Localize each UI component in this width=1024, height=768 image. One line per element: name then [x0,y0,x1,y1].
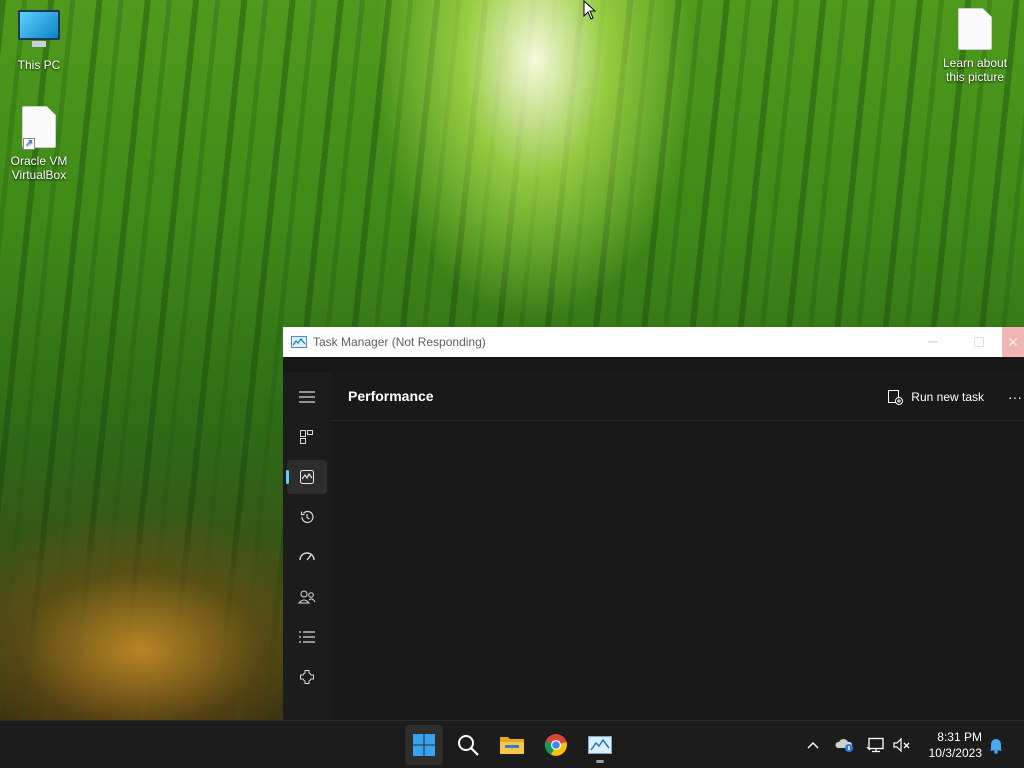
desktop-icon-label-line2: VirtualBox [11,168,67,182]
desktop-icon-learn-about-picture[interactable]: Learn about this picture [936,8,1014,84]
network-icon [866,737,884,753]
close-button[interactable] [1002,327,1024,357]
shortcut-file-icon: ↗ [17,106,61,150]
close-icon [1009,338,1017,346]
nav-processes[interactable] [287,420,327,454]
file-explorer-icon [500,737,524,754]
list-icon [299,631,315,643]
nav-app-history[interactable] [287,500,327,534]
page-header: Performance Run new task ··· [331,372,1024,421]
start-icon [413,734,435,756]
search-icon [458,735,479,756]
volume-tray-button[interactable] [892,735,912,755]
task-manager-taskbar-button[interactable] [581,725,619,765]
users-icon [298,590,316,604]
notifications-button[interactable] [986,735,1006,755]
navigation-pane [283,372,331,720]
minimize-icon [928,341,938,343]
desktop-icon-oracle-vm-virtualbox[interactable]: ↗ Oracle VM VirtualBox [0,106,78,182]
nav-performance[interactable] [286,460,327,494]
nav-details[interactable] [287,620,327,654]
chrome-button[interactable] [537,725,575,765]
start-button[interactable] [405,725,443,765]
processes-icon [300,430,313,444]
menu-strip [283,357,1024,372]
clock-time: 8:31 PM [937,730,982,744]
desktop-icon-this-pc[interactable]: This PC [0,10,78,72]
taskbar-clock[interactable]: 8:31 PM 10/3/2023 [929,729,982,761]
task-manager-app-icon [291,336,307,348]
mouse-cursor-icon [583,0,597,20]
services-icon [300,670,314,684]
nav-users[interactable] [287,580,327,614]
page-title: Performance [348,388,434,404]
run-new-task-button[interactable]: Run new task [887,384,984,410]
onedrive-icon [835,739,853,752]
desktop-icon-label: This PC [17,58,61,72]
run-new-task-icon [888,390,904,405]
hamburger-icon [299,391,315,403]
maximize-icon [974,337,984,347]
performance-page: Performance Run new task ··· [331,372,1024,720]
show-hidden-icons-button[interactable] [803,735,823,755]
nav-startup-apps[interactable] [287,540,327,574]
file-icon [953,8,997,52]
taskbar: 8:31 PM 10/3/2023 [0,720,1024,768]
desktop-icon-label-line2: this picture [945,70,1005,84]
task-manager-window[interactable]: Task Manager (Not Responding) Performanc… [283,327,1024,720]
nav-services[interactable] [287,660,327,694]
task-manager-icon [588,736,612,754]
notification-bell-icon [989,739,1003,754]
more-options-icon: ··· [1008,389,1022,405]
running-indicator [596,760,604,763]
nav-menu-button[interactable] [287,380,327,414]
run-new-task-label: Run new task [911,390,984,404]
file-explorer-button[interactable] [493,725,531,765]
chevron-up-icon [807,742,819,749]
minimize-button[interactable] [910,327,956,357]
performance-icon [300,470,314,484]
monitor-icon [17,10,61,54]
onedrive-tray-button[interactable] [835,735,855,755]
history-icon [300,510,314,524]
clock-date: 10/3/2023 [928,746,982,760]
startup-icon [299,552,315,561]
search-button[interactable] [449,725,487,765]
volume-muted-icon [893,737,910,753]
desktop-icon-label-line1: Oracle VM [10,154,68,168]
chrome-icon [544,734,567,756]
network-tray-button[interactable] [866,735,886,755]
window-titlebar[interactable]: Task Manager (Not Responding) [283,327,1024,357]
desktop-icon-label-line1: Learn about [942,56,1008,70]
maximize-button[interactable] [956,327,1002,357]
more-options-button[interactable]: ··· [1008,384,1024,410]
window-title: Task Manager (Not Responding) [313,335,486,349]
